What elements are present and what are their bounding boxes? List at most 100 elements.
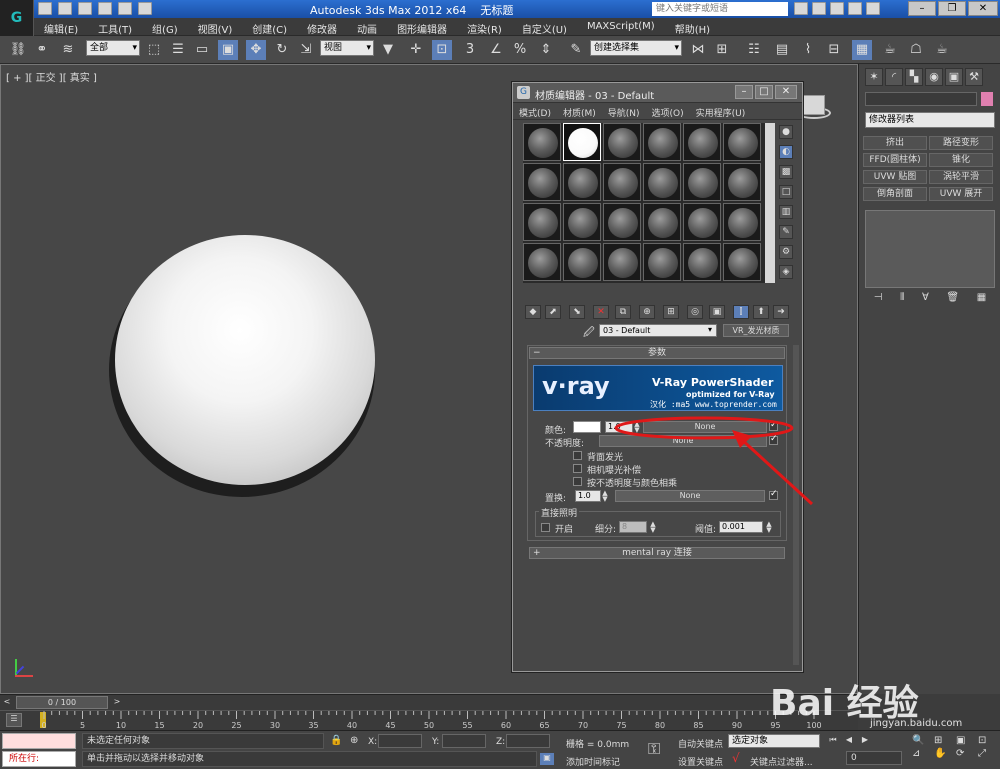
video-color-check-icon[interactable]: ▥	[779, 205, 793, 219]
sample-slot[interactable]	[683, 243, 721, 281]
ref-coord-dropdown[interactable]: 视图	[320, 40, 374, 56]
lock-selection-icon[interactable]: 🔒	[330, 735, 342, 746]
auto-key-button[interactable]: 自动关键点	[678, 737, 723, 750]
script-mode[interactable]: 所在行:	[2, 751, 76, 767]
named-selection-dropdown[interactable]: 创建选择集	[590, 40, 682, 56]
select-scale-icon[interactable]: ⇲	[296, 40, 316, 60]
utilities-tab-icon[interactable]: ⚒	[965, 68, 983, 86]
time-slider-thumb[interactable]: 0 / 100	[16, 696, 108, 709]
sample-slot[interactable]	[723, 243, 761, 281]
play-icon[interactable]: ▶	[858, 735, 872, 747]
sample-type-icon[interactable]: ●	[779, 125, 793, 139]
schematic-view-icon[interactable]: ⊟	[824, 40, 844, 60]
bevel-profile-button[interactable]: 倒角剖面	[863, 187, 927, 201]
keyboard-shortcut-icon[interactable]: ⊡	[432, 40, 452, 60]
sample-slot[interactable]	[523, 203, 561, 241]
rendered-frame-icon[interactable]: ☖	[906, 40, 926, 60]
go-forward-sibling-icon[interactable]: ➜	[773, 305, 789, 319]
hierarchy-tab-icon[interactable]: ▚	[905, 68, 923, 86]
key-icon[interactable]: ⚿	[648, 739, 660, 759]
configure-sets-icon[interactable]: ▦	[977, 292, 986, 310]
background-icon[interactable]: ▩	[779, 165, 793, 179]
display-tab-icon[interactable]: ▣	[945, 68, 963, 86]
sample-slot[interactable]	[683, 163, 721, 201]
sample-slot[interactable]	[683, 123, 721, 161]
turbosmooth-button[interactable]: 涡轮平滑	[929, 170, 993, 184]
taper-button[interactable]: 锥化	[929, 153, 993, 167]
menu-help[interactable]: 帮助(H)	[665, 18, 720, 36]
maximize-button[interactable]: ❐	[938, 1, 966, 16]
sample-slot[interactable]	[523, 243, 561, 281]
close-button[interactable]: ✕	[968, 1, 998, 16]
rect-selection-icon[interactable]: ▭	[192, 40, 212, 60]
menu-create[interactable]: 创建(C)	[242, 18, 297, 36]
object-color-swatch[interactable]	[981, 92, 993, 106]
modifier-list-dropdown[interactable]: 修改器列表	[865, 112, 995, 128]
selection-filter-dropdown[interactable]: 全部	[86, 40, 140, 56]
show-end-result-icon[interactable]: ⫴	[900, 292, 904, 310]
path-deform-button[interactable]: 路径变形	[929, 136, 993, 150]
zoom-icon[interactable]: 🔍	[912, 735, 932, 746]
add-time-tag[interactable]: 添加时间标记	[566, 755, 620, 768]
star-icon[interactable]	[830, 2, 844, 15]
select-move-icon[interactable]: ✥	[246, 40, 266, 60]
extrude-button[interactable]: 挤出	[863, 136, 927, 150]
direct-light-on-checkbox[interactable]	[541, 523, 550, 532]
options-icon[interactable]: ⚙	[779, 245, 793, 259]
mirror-icon[interactable]: ⋈	[688, 40, 708, 60]
material-id-icon[interactable]: ◎	[687, 305, 703, 319]
prev-key-icon[interactable]: ◀	[842, 735, 856, 747]
snap-toggle-icon[interactable]: 3	[460, 40, 480, 60]
angle-snap-icon[interactable]: ∠	[486, 40, 506, 60]
select-by-name-icon[interactable]: ☰	[168, 40, 188, 60]
subdivs-spinner[interactable]: ▲ ▼	[649, 521, 657, 534]
uv-tiling-icon[interactable]: □	[779, 185, 793, 199]
minimize-button[interactable]: –	[735, 85, 753, 99]
menu-modifiers[interactable]: 修改器	[297, 18, 347, 36]
sample-slot[interactable]	[523, 163, 561, 201]
viewport-label[interactable]: [ + ][ 正交 ][ 真实 ]	[6, 69, 97, 84]
multiply-opacity-checkbox[interactable]	[573, 477, 582, 486]
menu-group[interactable]: 组(G)	[142, 18, 188, 36]
new-file-icon[interactable]	[38, 2, 52, 15]
mini-curve-editor-icon[interactable]: ☰	[6, 713, 22, 727]
select-rotate-icon[interactable]: ↻	[272, 40, 292, 60]
ffd-cylinder-button[interactable]: FFD(圆柱体)	[863, 153, 927, 167]
graphite-toolbar-icon[interactable]: ▤	[772, 40, 792, 60]
menu-navigation[interactable]: 导航(N)	[602, 104, 646, 119]
select-object-icon[interactable]: ⬚	[144, 40, 164, 60]
remove-modifier-icon[interactable]: 🗑	[946, 292, 959, 310]
app-logo-icon[interactable]: G	[0, 0, 34, 36]
sample-slot-active[interactable]	[563, 123, 601, 161]
show-map-icon[interactable]: ▣	[709, 305, 725, 319]
backside-emit-checkbox[interactable]	[573, 451, 582, 460]
sample-slot[interactable]	[603, 163, 641, 201]
sample-slot[interactable]	[723, 123, 761, 161]
goto-start-icon[interactable]: ⏮	[826, 735, 840, 747]
menu-tools[interactable]: 工具(T)	[88, 18, 142, 36]
backlight-icon[interactable]: ◐	[779, 145, 793, 159]
maximize-viewport-icon[interactable]: ⤢	[978, 748, 998, 759]
sample-slot[interactable]	[563, 243, 601, 281]
absolute-mode-icon[interactable]: ⊕	[350, 735, 358, 746]
render-setup-icon[interactable]: ☕	[880, 40, 900, 60]
unlink-icon[interactable]: ⚭	[32, 40, 52, 60]
make-unique-icon[interactable]: ∀	[922, 292, 929, 310]
modify-tab-icon[interactable]: ◜	[885, 68, 903, 86]
close-button[interactable]: ✕	[775, 85, 797, 99]
sample-slot[interactable]	[643, 243, 681, 281]
spinner-snap-icon[interactable]: ⇕	[536, 40, 556, 60]
window-crossing-icon[interactable]: ▣	[218, 40, 238, 60]
menu-edit[interactable]: 编辑(E)	[34, 18, 88, 36]
track-bar[interactable]: ☰ 0 5 10 15 20 25 30 35 40 45 50 55 60 65 70 75 80 85 90 95…	[0, 710, 858, 730]
menu-material[interactable]: 材质(M)	[557, 104, 602, 119]
sample-slot[interactable]	[523, 123, 561, 161]
key-set-dropdown[interactable]: 选定对象	[728, 734, 820, 748]
modifier-stack[interactable]	[865, 210, 995, 288]
z-coordinate-field[interactable]	[506, 734, 550, 748]
motion-tab-icon[interactable]: ◉	[925, 68, 943, 86]
field-of-view-icon[interactable]: ⊿	[912, 748, 932, 759]
mental-ray-rollout-header[interactable]: + mental ray 连接	[529, 547, 785, 559]
menu-rendering[interactable]: 渲染(R)	[457, 18, 512, 36]
chevron-down-icon[interactable]: ▾	[703, 324, 717, 337]
